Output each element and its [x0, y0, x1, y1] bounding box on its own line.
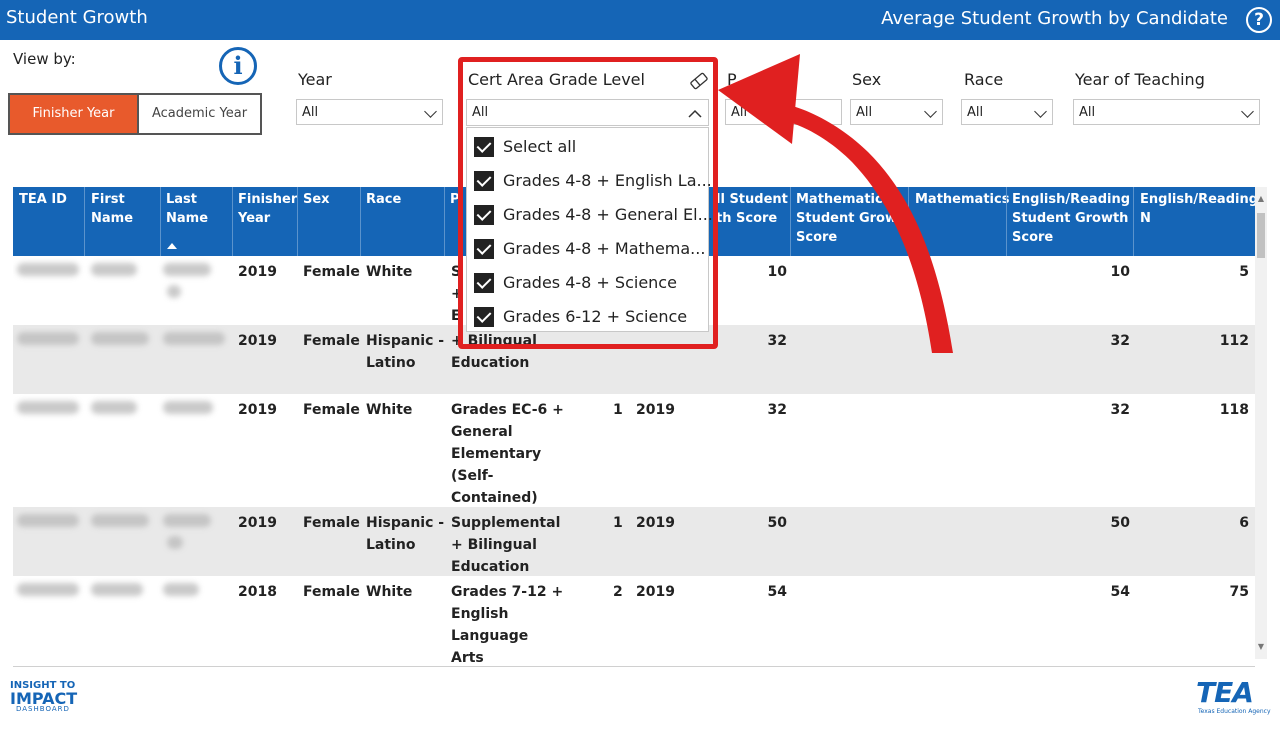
dashboard-root: Student Growth Average Student Growth by… — [0, 0, 1280, 729]
sort-ascending-icon[interactable] — [167, 243, 177, 249]
redacted-first-name — [91, 514, 149, 527]
redacted-tea-id — [17, 263, 79, 276]
redacted-last-name — [163, 514, 211, 527]
cell-finisher-year: 2019 — [238, 402, 277, 418]
redacted-first-name — [91, 401, 137, 414]
chevron-down-icon — [424, 105, 437, 118]
redacted-last-name — [163, 583, 199, 596]
cell-ela-n: 112 — [1219, 333, 1249, 349]
cell-sex: Female — [303, 584, 360, 600]
cell-program: Grades 7-12 + English Language Arts — [451, 584, 564, 666]
cell-race: White — [366, 264, 413, 280]
redacted-last-name — [163, 263, 211, 276]
table-row[interactable]: 2018 Female White Grades 7-12 + English La… — [13, 576, 1255, 666]
header-sex[interactable]: Sex — [303, 190, 330, 209]
table-row[interactable]: 2019 Female Hispanic - Latino Supplementa… — [13, 507, 1255, 576]
cell-ela-score: 50 — [1110, 515, 1130, 531]
redacted-tea-id — [17, 332, 79, 345]
cell-ela-n: 75 — [1229, 584, 1249, 600]
cell-finisher-year: 2019 — [238, 515, 277, 531]
cell-ela-n: 6 — [1239, 515, 1249, 531]
header-ela-growth-score[interactable]: English/Reading Student Growth Score — [1012, 190, 1130, 247]
redacted-tea-id — [17, 514, 79, 527]
redacted-first-name — [91, 332, 149, 345]
year-filter-value: All — [302, 105, 319, 120]
academic-year-button[interactable]: Academic Year — [137, 95, 260, 133]
cell-all-score: 32 — [767, 402, 787, 418]
cell-program: Supplemental + Bilingual Education — [451, 515, 561, 575]
cell-sex: Female — [303, 402, 360, 418]
top-bar: Student Growth Average Student Growth by… — [0, 0, 1280, 40]
view-by-toggle: Finisher Year Academic Year — [8, 93, 262, 135]
header-last-name[interactable]: Last Name — [166, 190, 208, 228]
cell-sex: Female — [303, 264, 360, 280]
cell-race: Hispanic - Latino — [366, 333, 445, 371]
finisher-year-button[interactable]: Finisher Year — [10, 95, 137, 133]
cell-finisher-year: 2019 — [238, 333, 277, 349]
cell-race: Hispanic - Latino — [366, 515, 445, 553]
help-icon[interactable]: ? — [1246, 7, 1272, 33]
table-bottom-border — [13, 666, 1255, 667]
redacted-last-name — [163, 332, 225, 345]
cell-year-of-teaching: 2 — [613, 584, 623, 600]
table-row[interactable]: 2019 Female White Grades EC-6 + General El… — [13, 394, 1255, 507]
scroll-up-icon[interactable]: ▲ — [1257, 195, 1265, 203]
year-filter-label: Year — [298, 70, 332, 89]
tea-logo: TEA Texas Education Agency — [1196, 676, 1271, 715]
report-title: Average Student Growth by Candidate — [881, 8, 1228, 29]
cell-academic-year: 2019 — [636, 515, 675, 531]
redacted-first-name — [91, 263, 137, 276]
cell-year-of-teaching: 1 — [613, 515, 623, 531]
cell-program: Grades EC-6 + General Elementary (Self- Cont… — [451, 402, 564, 506]
table-scrollbar[interactable]: ▲ ▼ — [1255, 187, 1267, 659]
cell-academic-year: 2019 — [636, 584, 675, 600]
cell-sex: Female — [303, 333, 360, 349]
cell-academic-year: 2019 — [636, 402, 675, 418]
year-of-teaching-filter-label: Year of Teaching — [1075, 70, 1205, 89]
cell-race: White — [366, 402, 413, 418]
red-curved-arrow-icon — [718, 54, 953, 353]
redacted-tea-id — [17, 583, 79, 596]
cell-year-of-teaching: 1 — [613, 402, 623, 418]
cell-all-score: 54 — [767, 584, 787, 600]
cell-ela-score: 54 — [1110, 584, 1130, 600]
year-of-teaching-filter-select[interactable]: All — [1073, 99, 1260, 125]
insight-to-impact-logo: INSIGHT TO IMPACT DASHBOARD — [10, 680, 78, 713]
header-ela-n[interactable]: English/Reading N — [1140, 190, 1258, 228]
chevron-down-icon — [1034, 105, 1047, 118]
cell-sex: Female — [303, 515, 360, 531]
header-finisher-year[interactable]: Finisher Year — [238, 190, 297, 228]
year-of-teaching-filter-value: All — [1079, 105, 1096, 120]
cell-ela-score: 32 — [1110, 402, 1130, 418]
redacted-tea-id — [17, 401, 79, 414]
scroll-thumb[interactable] — [1257, 213, 1265, 258]
header-race[interactable]: Race — [366, 190, 401, 209]
header-first-name[interactable]: First Name — [91, 190, 133, 228]
app-title: Student Growth — [6, 7, 148, 28]
chevron-down-icon — [1241, 105, 1254, 118]
cell-ela-score: 10 — [1110, 264, 1130, 280]
cell-finisher-year: 2018 — [238, 584, 277, 600]
redacted-first-name — [91, 583, 143, 596]
cell-race: White — [366, 584, 413, 600]
redacted-last-name — [163, 401, 213, 414]
cell-all-score: 50 — [767, 515, 787, 531]
info-icon[interactable]: i — [219, 47, 257, 85]
year-filter-select[interactable]: All — [296, 99, 443, 125]
highlight-box — [458, 57, 718, 349]
scroll-down-icon[interactable]: ▼ — [1257, 643, 1265, 651]
cell-ela-n: 118 — [1219, 402, 1249, 418]
cell-ela-n: 5 — [1239, 264, 1249, 280]
view-by-label: View by: — [13, 50, 76, 68]
cell-ela-score: 32 — [1110, 333, 1130, 349]
cell-finisher-year: 2019 — [238, 264, 277, 280]
header-tea-id[interactable]: TEA ID — [19, 190, 67, 209]
